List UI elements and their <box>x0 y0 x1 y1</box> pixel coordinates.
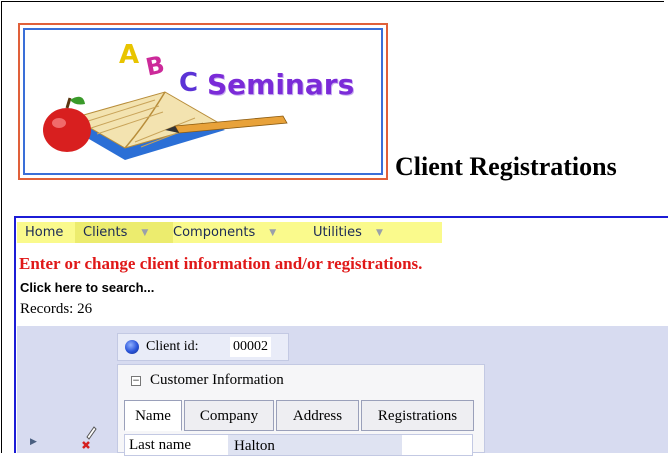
panel-header[interactable]: − Customer Information <box>118 365 484 395</box>
menu-item-home[interactable]: Home <box>25 222 63 243</box>
logo[interactable]: A B C Seminars <box>18 23 388 180</box>
chevron-down-icon[interactable]: ▼ <box>141 228 148 238</box>
search-link[interactable]: Click here to search... <box>20 280 154 295</box>
panel-title: Customer Information <box>150 372 284 388</box>
chevron-down-icon[interactable]: ▼ <box>269 228 276 238</box>
records-label: Records: <box>20 301 74 317</box>
menu-item-utilities[interactable]: Utilities ▼ <box>313 222 383 243</box>
menu-item-home-label: Home <box>25 225 64 240</box>
collapse-icon[interactable]: − <box>131 376 141 386</box>
records-value: 26 <box>77 301 93 317</box>
content-border-top <box>14 216 668 218</box>
menu-item-utilities-label: Utilities <box>313 225 362 240</box>
menu-item-components[interactable]: Components ▼ <box>173 222 276 243</box>
record-orb-icon[interactable] <box>125 340 139 354</box>
tab-address[interactable]: Address <box>276 400 359 431</box>
menu-item-clients[interactable]: Clients ▼ <box>75 222 173 243</box>
last-name-label: Last name <box>129 437 192 453</box>
menu-item-components-label: Components <box>173 225 256 240</box>
tab-registrations[interactable]: Registrations <box>361 400 474 431</box>
customer-info-panel: − Customer Information Name Company Addr… <box>117 364 485 456</box>
row-indicator-icon[interactable]: ▶ <box>30 436 37 447</box>
logo-brand: Seminars <box>207 68 355 101</box>
tab-company[interactable]: Company <box>184 400 274 431</box>
client-id-row: Client id: 00002 <box>117 333 289 361</box>
edit-icon[interactable] <box>80 424 98 450</box>
menu-bar: Home Clients ▼ Components ▼ Utilities ▼ <box>17 222 442 243</box>
content-border-left <box>14 216 16 453</box>
menu-item-clients-label: Clients <box>83 225 128 240</box>
client-id-value: 00002 <box>230 337 271 357</box>
chevron-down-icon[interactable]: ▼ <box>376 228 383 238</box>
records-count: Records: 26 <box>20 301 92 318</box>
page-title: Client Registrations <box>395 152 617 181</box>
logo-letter-c: C <box>179 68 199 98</box>
tab-name[interactable]: Name <box>124 400 182 431</box>
logo-image: A B C Seminars <box>23 28 383 175</box>
logo-artwork <box>43 91 288 160</box>
logo-letter-a: A <box>119 40 140 70</box>
instructions-text: Enter or change client information and/o… <box>19 254 423 273</box>
client-id-label: Client id: <box>146 339 199 354</box>
